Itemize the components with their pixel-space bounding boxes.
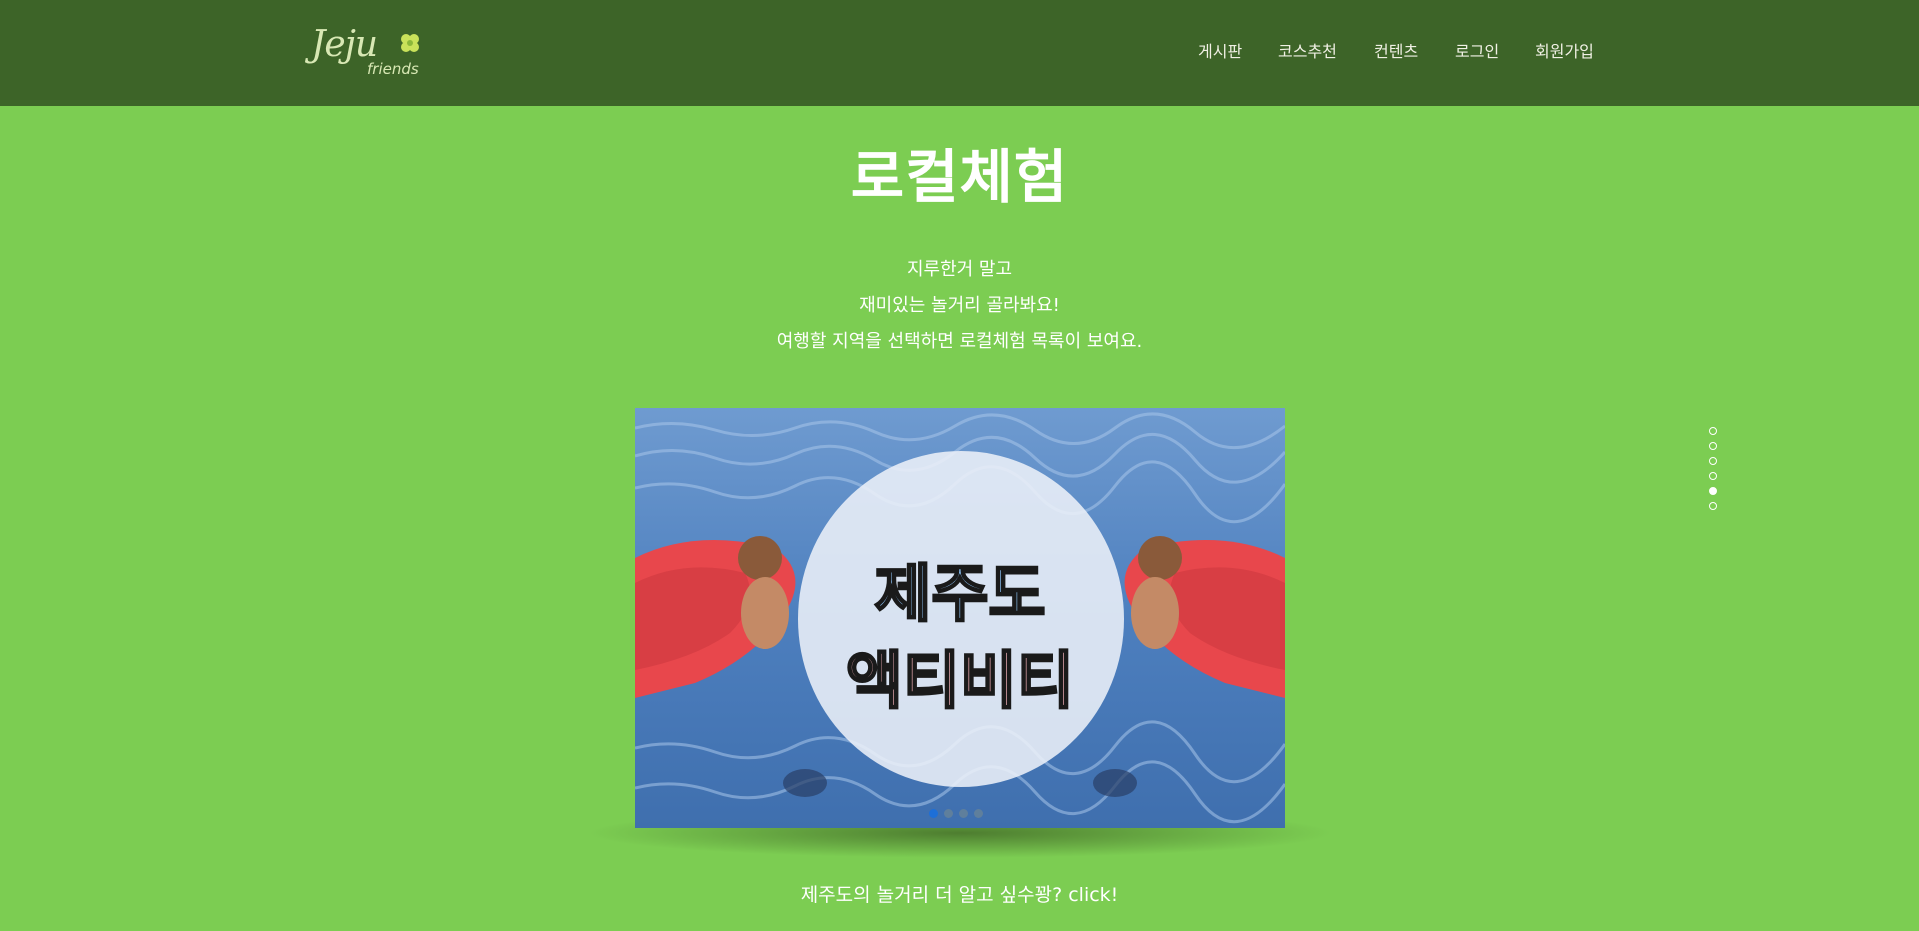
image-slider[interactable]: 제주도 액티비티 — [635, 408, 1285, 828]
description-line: 지루한거 말고 — [906, 259, 1013, 280]
site-logo[interactable]: Jeju friends — [311, 24, 423, 80]
slide-subheading: 액티비티 — [845, 643, 1076, 719]
nav-item-contents[interactable]: 컨텐츠 — [1374, 38, 1418, 62]
slider-dot[interactable] — [959, 809, 968, 818]
section-dot[interactable] — [1709, 442, 1717, 450]
slider-dot[interactable] — [944, 809, 953, 818]
section-dot[interactable] — [1709, 502, 1717, 510]
nav-item-board[interactable]: 게시판 — [1198, 38, 1242, 62]
more-activities-link[interactable]: 제주도의 놀거리 더 알고 싶수꽝? click! — [0, 880, 1919, 907]
logo-text: Jeju — [311, 24, 378, 65]
nav-item-course[interactable]: 코스추천 — [1278, 38, 1337, 62]
section-dot-active[interactable] — [1709, 487, 1717, 495]
nav-item-login[interactable]: 로그인 — [1455, 38, 1499, 62]
site-header: Jeju friends 게시판 코스추천 컨텐츠 로그인 회원가입 — [0, 0, 1919, 106]
page-title: 로컬체험 — [850, 143, 1069, 211]
page-description: 지루한거 말고 재미있는 놀거리 골라봐요! 여행할 지역을 선택하면 로컬체험… — [0, 252, 1919, 360]
section-dot[interactable] — [1709, 427, 1717, 435]
description-line: 여행할 지역을 선택하면 로컬체험 목록이 보여요. — [776, 331, 1143, 352]
section-dot[interactable] — [1709, 457, 1717, 465]
description-line: 재미있는 놀거리 골라봐요! — [859, 295, 1060, 316]
nav-item-signup[interactable]: 회원가입 — [1535, 38, 1594, 62]
clover-icon — [401, 34, 419, 52]
slider-dot[interactable] — [929, 809, 938, 818]
slide-heading: 제주도 — [873, 556, 1047, 632]
section-dot[interactable] — [1709, 472, 1717, 480]
slider-dot[interactable] — [974, 809, 983, 818]
logo-subtext: friends — [367, 60, 419, 78]
